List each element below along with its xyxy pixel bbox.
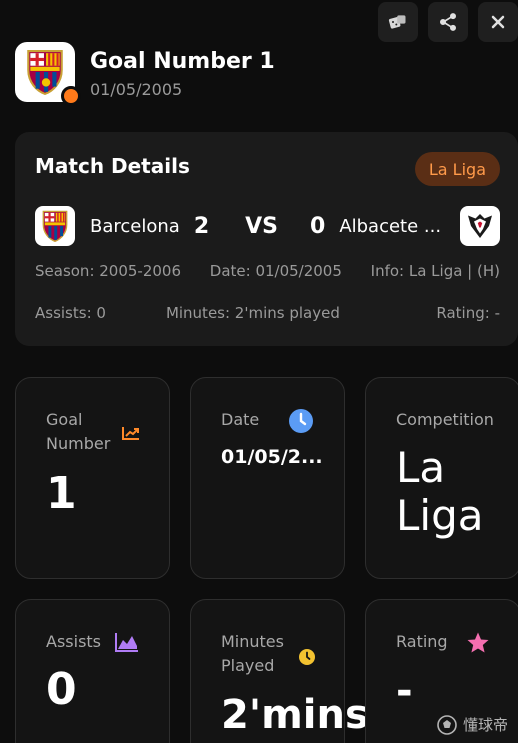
away-team-logo	[460, 206, 500, 246]
match-info-row: Season: 2005-2006 Date: 01/05/2005 Info:…	[35, 262, 500, 280]
vs-label: VS	[245, 213, 278, 239]
stat-card-minutes: Minutes Played 2'mins	[190, 599, 369, 743]
stat-value-rating: -	[396, 668, 413, 714]
minutes-text: Minutes: 2'mins played	[165, 304, 340, 322]
season-text: Season: 2005-2006	[35, 262, 182, 280]
trending-up-icon	[122, 427, 139, 440]
stat-value-date: 01/05/2...	[221, 446, 323, 468]
date-text: Date: 01/05/2005	[209, 262, 342, 280]
area-chart-icon	[115, 633, 138, 652]
stat-label-date: Date	[221, 410, 260, 429]
stat-label-assists: Assists	[46, 632, 102, 651]
albacete-crest-icon	[468, 214, 492, 238]
watermark: 懂球帝	[437, 714, 508, 735]
page-title: Goal Number 1	[90, 48, 275, 74]
match-stats-row: Assists: 0 Minutes: 2'mins played Rating…	[35, 304, 500, 322]
stat-value-assists: 0	[46, 664, 77, 715]
share-icon	[440, 13, 456, 31]
barcelona-crest-icon	[27, 50, 63, 95]
soccer-ball-icon	[437, 714, 457, 735]
star-icon	[467, 632, 489, 653]
away-score: 0	[310, 213, 326, 239]
club-crest	[15, 42, 81, 106]
stat-value-competition: La Liga	[396, 443, 484, 540]
status-dot	[61, 86, 81, 106]
stat-card-goal-number: Goal Number 1	[15, 377, 170, 579]
league-badge[interactable]: La Liga	[414, 152, 500, 186]
rating-text: Rating: -	[436, 304, 500, 322]
page-subtitle-date: 01/05/2005	[90, 79, 183, 99]
score-row: Barcelona 2 VS 0 Albacete ...	[35, 206, 500, 246]
match-details-title: Match Details	[35, 154, 190, 178]
stat-label-minutes: Minutes Played	[221, 632, 284, 675]
home-team-logo	[35, 206, 75, 246]
clock-icon	[299, 649, 315, 665]
watermark-text: 懂球帝	[462, 716, 508, 734]
page-header: Goal Number 1 01/05/2005	[15, 42, 275, 106]
share-button[interactable]	[428, 2, 468, 42]
stat-value-minutes: 2'mins	[221, 692, 369, 738]
stat-card-competition: Competition La Liga	[365, 377, 518, 579]
top-actions	[378, 2, 518, 42]
close-button[interactable]	[478, 2, 518, 42]
stat-value-goal-number: 1	[46, 468, 77, 519]
stat-label-competition: Competition	[396, 410, 494, 429]
home-team-name[interactable]: Barcelona	[90, 216, 180, 237]
close-icon	[491, 15, 505, 29]
stat-label-rating: Rating	[396, 632, 448, 651]
stat-card-assists: Assists 0	[15, 599, 170, 743]
home-score: 2	[193, 213, 210, 239]
barcelona-crest-icon	[42, 210, 68, 242]
away-team-name[interactable]: Albacete ...	[339, 216, 441, 237]
stat-label-goal-number: Goal Number	[46, 410, 111, 453]
random-button[interactable]	[378, 2, 418, 42]
info-text: Info: La Liga | (H)	[370, 262, 500, 280]
assists-text: Assists: 0	[35, 304, 106, 322]
clock-icon	[289, 409, 313, 433]
stat-card-date: Date 01/05/2...	[190, 377, 345, 579]
dice-icon	[388, 15, 406, 29]
match-details-card: Match Details La Liga Barcelona 2 VS 0 A…	[15, 132, 518, 346]
